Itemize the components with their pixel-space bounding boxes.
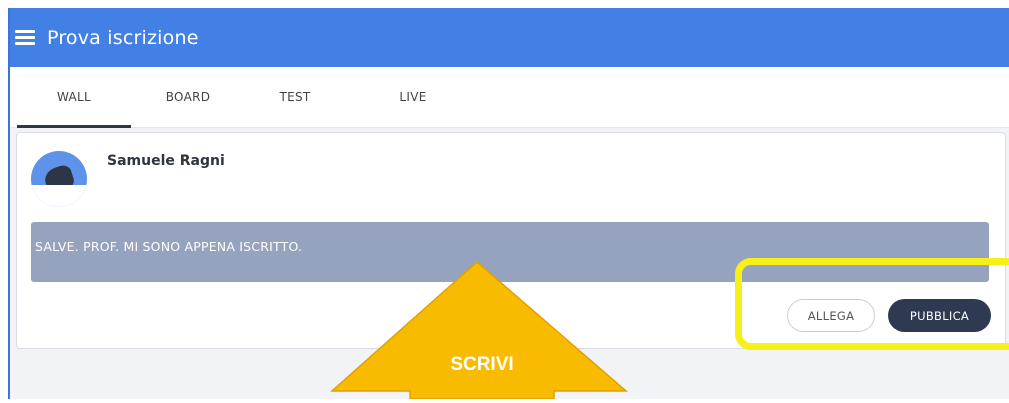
hamburger-menu-icon[interactable]	[15, 30, 35, 45]
tab-bar: WALL BOARD TEST LIVE	[10, 67, 1009, 128]
annotation-arrow: SCRIVI	[322, 261, 642, 400]
arrow-label: SCRIVI	[450, 354, 514, 375]
tab-wall[interactable]: WALL	[17, 67, 131, 128]
avatar	[31, 151, 87, 207]
highlight-box	[735, 258, 1009, 350]
page-title: Prova iscrizione	[47, 26, 199, 49]
tab-board[interactable]: BOARD	[151, 67, 225, 127]
app-bar: Prova iscrizione	[10, 8, 1009, 67]
tab-live[interactable]: LIVE	[388, 67, 438, 127]
tab-test[interactable]: TEST	[265, 67, 325, 127]
up-arrow-icon	[330, 261, 629, 400]
author-name: Samuele Ragni	[107, 153, 225, 169]
